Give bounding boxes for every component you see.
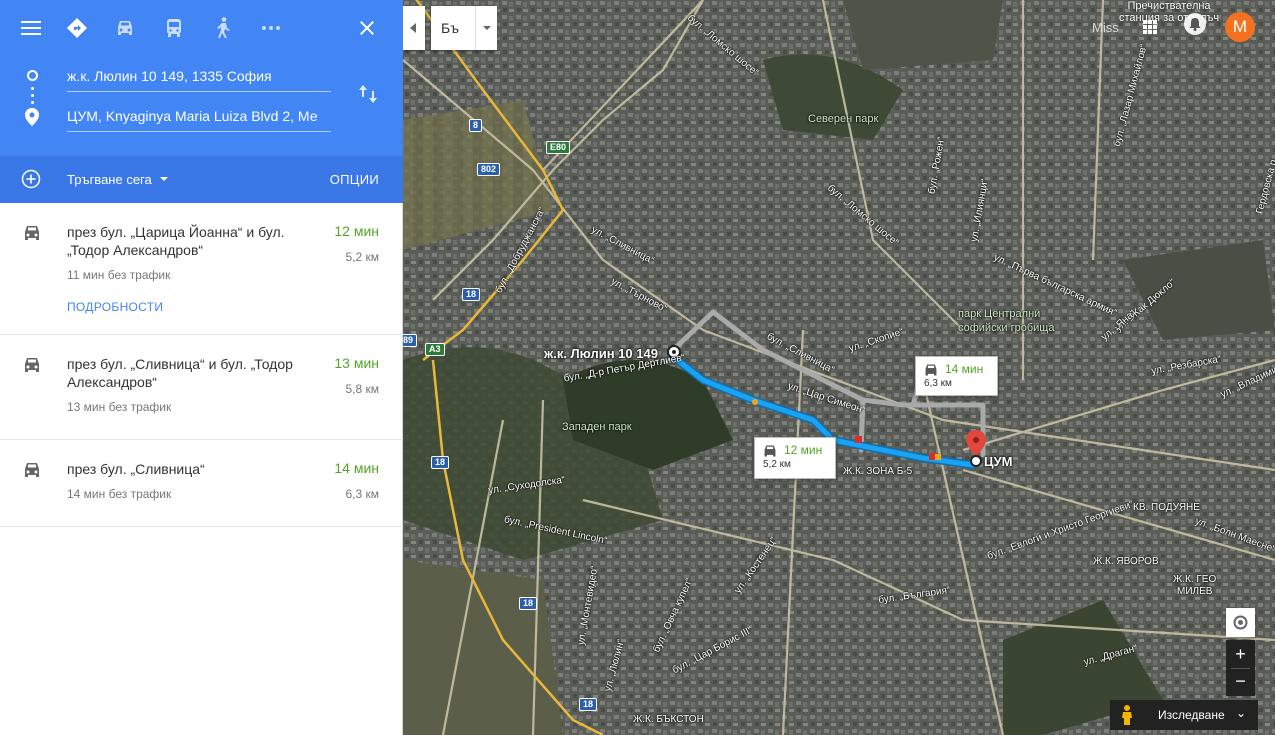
chevron-down-icon[interactable] — [160, 177, 168, 181]
route-no-traffic: 11 мин без трафик — [67, 268, 171, 282]
route-option[interactable]: през бул. „Сливница“ и бул. „Тодор Алекс… — [0, 335, 403, 440]
route-title: през бул. „Сливница“ и бул. „Тодор Алекс… — [67, 356, 293, 390]
highway-shield: 8 — [469, 119, 483, 132]
explore-bar[interactable]: Изследване ⌄ — [1110, 700, 1258, 730]
chevron-down-icon[interactable] — [475, 6, 497, 50]
apps-grid-icon[interactable] — [1143, 20, 1157, 34]
language-select[interactable]: Бъ — [431, 6, 497, 50]
route-distance: 5,2 км — [345, 250, 379, 264]
directions-header: ж.к. Люлин 10 149, 1335 София ЦУМ, Knyag… — [0, 0, 403, 156]
chevron-up-icon[interactable]: ⌄ — [1236, 706, 1246, 720]
satellite-map[interactable]: Северен парк Западен парк парк Централни… — [403, 0, 1275, 735]
district-label: КВ. ПОДУЯНЕ — [1133, 502, 1200, 513]
highway-shield: E80 — [546, 141, 571, 154]
details-link[interactable]: ПОДРОБНОСТИ — [67, 300, 163, 314]
poi-label-line: Пречиствателна — [1127, 0, 1211, 12]
collapse-panel-button[interactable] — [403, 6, 425, 50]
directions-icon[interactable] — [61, 12, 93, 44]
destination-pin-icon — [25, 108, 39, 131]
district-label: Ж.К. ЯВОРОВ — [1093, 556, 1159, 567]
notifications-icon[interactable] — [1184, 13, 1206, 35]
route-time: 13 мин — [334, 355, 379, 371]
route-title: през бул. „Сливница“ — [67, 461, 205, 477]
district-label: МИЛЕВ — [1177, 586, 1213, 597]
highway-shield: 18 — [462, 288, 481, 301]
language-value: Бъ — [441, 20, 459, 36]
district-label: Ж.К. БЪКСТОН — [633, 714, 704, 725]
route-time: 12 мин — [334, 223, 379, 239]
route-option[interactable]: през бул. „Сливница“ 14 мин 6,3 км 14 ми… — [0, 440, 403, 527]
my-location-button[interactable] — [1226, 608, 1255, 637]
directions-panel: ж.к. Люлин 10 149, 1335 София ЦУМ, Knyag… — [0, 0, 403, 735]
route-dots-icon — [31, 87, 34, 108]
highway-shield: 18 — [519, 597, 538, 610]
bubble-distance: 6,3 км — [924, 378, 952, 389]
options-button[interactable]: ОПЦИИ — [330, 172, 379, 187]
park-label: софийски гробища — [958, 322, 1055, 334]
menu-icon[interactable] — [15, 12, 47, 44]
car-icon — [925, 364, 937, 376]
alt-route-time-bubble[interactable]: 14 мин 6,3 км — [915, 356, 998, 396]
walking-icon[interactable] — [207, 12, 239, 44]
zoom-in-button[interactable]: + — [1226, 640, 1255, 668]
car-icon — [764, 445, 776, 457]
account-name[interactable]: Miss — [1092, 20, 1119, 35]
route-title: през бул. „Царица Йоанна“ и бул. „Тодор … — [67, 224, 285, 258]
highway-shield: 802 — [477, 163, 501, 176]
park-label: Западен парк — [562, 421, 632, 433]
zoom-control: + − — [1226, 640, 1255, 696]
highway-shield: A3 — [425, 343, 445, 356]
route-distance: 6,3 км — [345, 487, 379, 501]
zoom-out-button[interactable]: − — [1226, 668, 1255, 696]
district-label: Ж.К. ЗОНА Б-5 — [843, 466, 913, 477]
map-imagery — [403, 0, 1275, 735]
explore-label: Изследване — [1158, 708, 1225, 722]
avatar[interactable]: M — [1225, 12, 1255, 42]
route-time: 14 мин — [334, 460, 379, 476]
highway-shield: 89 — [403, 334, 418, 347]
chevron-left-icon — [410, 23, 416, 33]
origin-dot-icon — [27, 70, 38, 81]
close-icon[interactable] — [351, 12, 383, 44]
route-time-bubble[interactable]: 12 мин 5,2 км — [754, 437, 836, 479]
origin-input[interactable]: ж.к. Люлин 10 149, 1335 София — [67, 66, 331, 92]
district-label: Ж.К. ГЕО — [1173, 574, 1217, 585]
bubble-time: 12 мин — [784, 443, 823, 457]
route-no-traffic: 14 мин без трафик — [67, 487, 172, 501]
origin-label: ж.к. Люлин 10 149 — [544, 346, 658, 361]
destination-input[interactable]: ЦУМ, Knyaginya Maria Luiza Blvd 2, Ме — [67, 106, 331, 132]
add-destination-icon[interactable] — [21, 169, 41, 194]
route-distance: 5,8 км — [345, 382, 379, 396]
travel-mode-row — [0, 12, 403, 44]
highway-shield: 18 — [431, 456, 450, 469]
destination-label: ЦУМ — [984, 454, 1013, 469]
car-icon — [25, 358, 39, 372]
bubble-distance: 5,2 км — [763, 459, 791, 470]
car-icon — [25, 226, 39, 240]
depart-bar: Тръгване сега ОПЦИИ — [0, 156, 403, 203]
car-icon[interactable] — [109, 12, 141, 44]
car-icon — [25, 463, 39, 477]
highway-shield: 18 — [579, 698, 598, 711]
location-icon — [1233, 615, 1248, 630]
route-option[interactable]: през бул. „Царица Йоанна“ и бул. „Тодор … — [0, 203, 403, 335]
transit-icon[interactable] — [158, 12, 190, 44]
park-label: парк Централни — [958, 308, 1041, 320]
depart-time-dropdown[interactable]: Тръгване сега — [67, 172, 152, 187]
more-icon[interactable] — [255, 12, 287, 44]
pegman-icon[interactable] — [1120, 705, 1134, 725]
route-no-traffic: 13 мин без трафик — [67, 400, 172, 414]
park-label: Северен парк — [808, 113, 879, 125]
swap-icon[interactable] — [356, 82, 380, 106]
bubble-time: 14 мин — [945, 362, 984, 376]
